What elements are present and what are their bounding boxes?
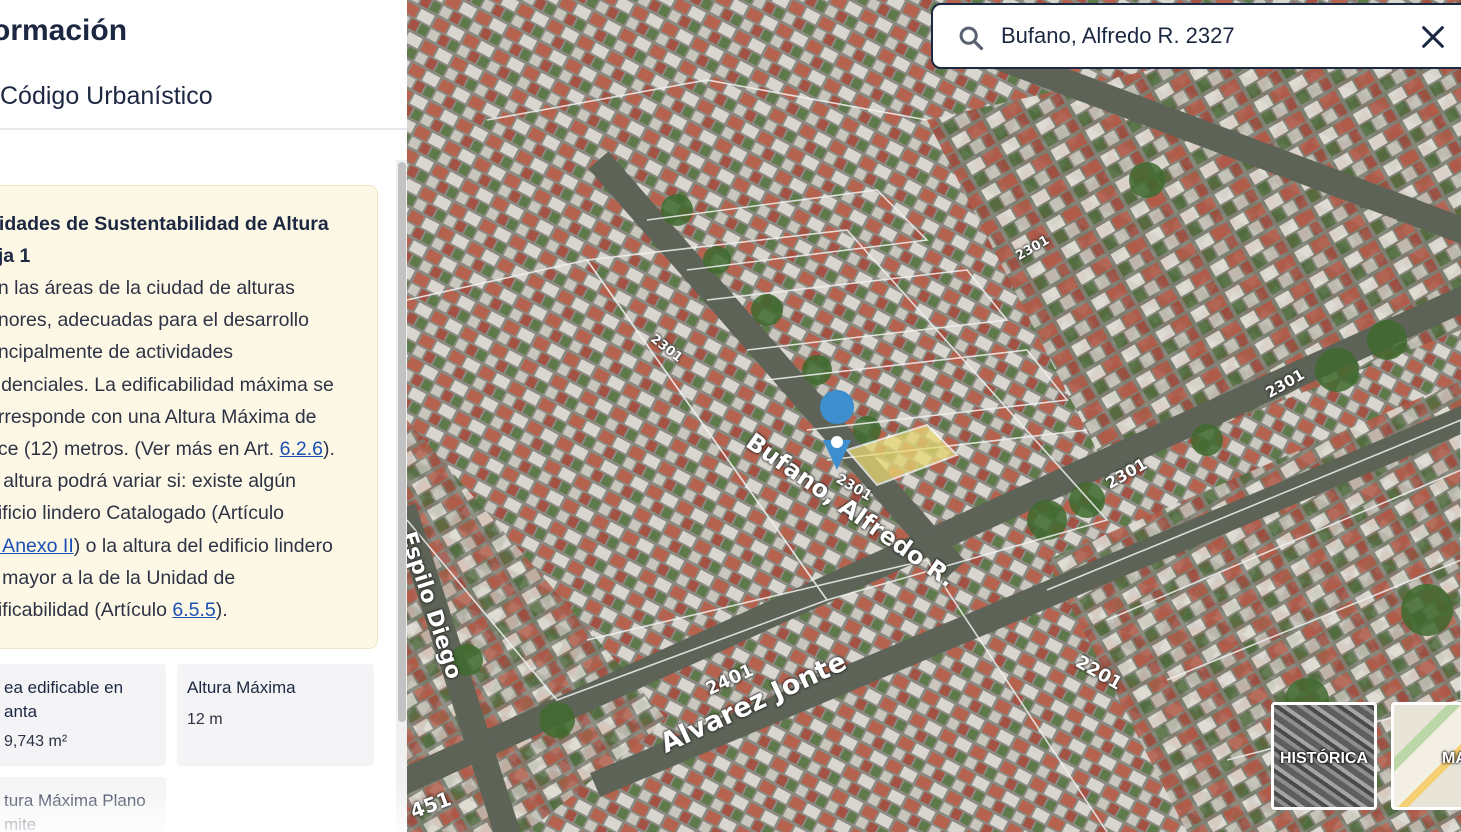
card-text-fragment: ). — [215, 599, 228, 622]
card-text-fragment: dificabilidad (Artículo — [0, 599, 173, 622]
panel-scrollbar-thumb[interactable] — [398, 162, 406, 722]
article-link-6-2-6[interactable]: 6.2.6 — [280, 438, 323, 460]
panel-title: ormación — [0, 14, 128, 47]
card-text-line: a altura podrá variar si: existe algún — [0, 470, 296, 493]
layer-button-historica[interactable]: HISTÓRICA — [1271, 702, 1377, 810]
card-text-fragment: oce (12) metros. (Ver más en Art. — [0, 438, 280, 461]
card-text-line: orresponde con una Altura Máxima de — [0, 405, 317, 428]
layer-label: MAPA — [1442, 750, 1461, 767]
article-link-6-5-5[interactable]: 6.5.5 — [172, 599, 215, 621]
card-text-line: dificio lindero Catalogado (Artículo — [0, 502, 284, 525]
card-text-line: sidenciales. La edificabilidad máxima se — [0, 373, 334, 396]
stat-max-height-limit: tura Máxima Plano mite — [0, 777, 166, 832]
card-text-line: enores, adecuadas para el desarrollo — [0, 309, 309, 332]
card-text-line: rincipalmente de actividades — [0, 341, 234, 364]
address-search-box[interactable]: Bufano, Alfredo R. 2327 — [931, 3, 1461, 69]
stat-label: tura Máxima Plano — [4, 791, 146, 810]
close-icon[interactable] — [1419, 23, 1447, 51]
article-link-anexo-ii[interactable]: 6 Anexo II — [0, 535, 74, 557]
zoning-info-card: nidades de Sustentabilidad de Altura aja… — [0, 185, 378, 649]
card-heading-line: aja 1 — [0, 245, 31, 267]
card-text-line: 6 Anexo II) o la altura del edificio lin… — [0, 530, 361, 562]
stat-buildable-area: ea edificable en anta 9,743 m² — [0, 664, 166, 766]
card-text-line: oce (12) metros. (Ver más en Art. 6.2.6)… — [0, 433, 361, 465]
info-panel: ormación Código Urbanístico nidades de S… — [0, 0, 407, 832]
card-heading-line: nidades de Sustentabilidad de Altura — [0, 213, 329, 235]
card-text-fragment: ). — [322, 438, 335, 461]
stat-value: 9,743 m² — [4, 733, 68, 750]
stat-value: 12 m — [187, 711, 223, 728]
layer-label: HISTÓRICA — [1280, 750, 1368, 767]
layer-button-mapa[interactable]: MAPA — [1391, 702, 1461, 810]
panel-subtitle: Código Urbanístico — [0, 82, 213, 110]
stat-label: anta — [4, 702, 38, 721]
stat-label: mite — [4, 815, 37, 832]
stat-label: Altura Máxima — [187, 678, 296, 697]
search-icon — [959, 26, 984, 51]
stat-label: ea edificable en — [4, 678, 124, 697]
card-text-line: dificabilidad (Artículo 6.5.5). — [0, 594, 361, 626]
stat-max-height: Altura Máxima 12 m — [177, 664, 374, 766]
card-text-line: s mayor a la de la Unidad de — [0, 566, 236, 589]
card-text-line: on las áreas de la ciudad de alturas — [0, 277, 295, 299]
panel-divider — [0, 128, 407, 130]
card-text-fragment: ) o la altura del edificio lindero — [73, 534, 333, 557]
search-input[interactable]: Bufano, Alfredo R. 2327 — [1001, 23, 1235, 49]
